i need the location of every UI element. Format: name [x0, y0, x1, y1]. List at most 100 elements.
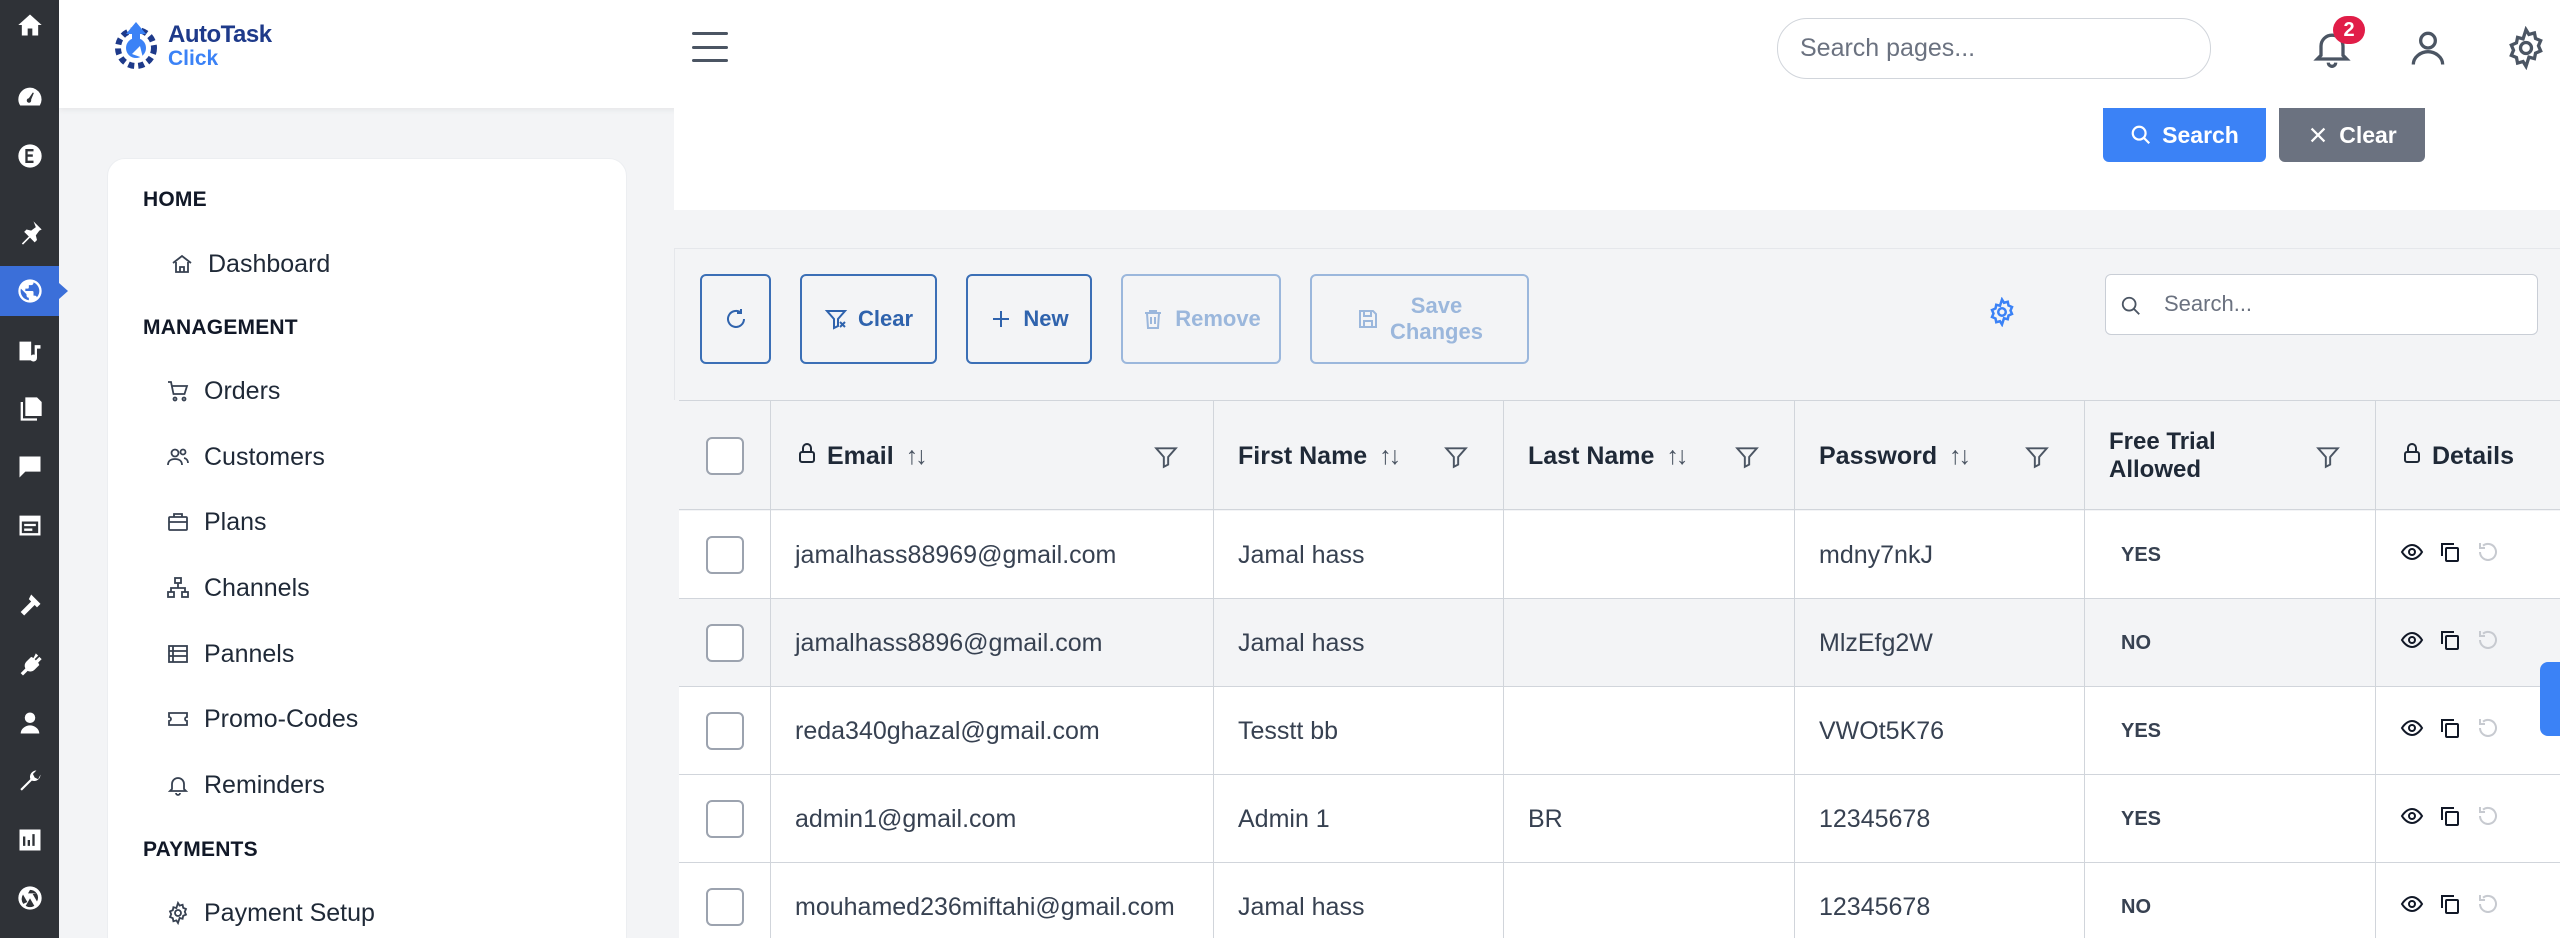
user-rail-icon[interactable] [0, 698, 59, 748]
view-eye-icon[interactable] [2400, 892, 2424, 923]
grid-search-input[interactable] [2164, 283, 2524, 325]
reset-icon[interactable] [2476, 892, 2500, 923]
pin-rail-icon[interactable] [0, 208, 59, 258]
sort-icon[interactable]: ↑↓ [1666, 442, 1688, 471]
remove-button[interactable]: Remove [1121, 274, 1281, 364]
reset-icon[interactable] [2476, 716, 2500, 747]
cell-password[interactable]: 12345678 [1795, 863, 2085, 938]
sidebar-item-plans[interactable]: Plans [166, 504, 267, 540]
row-checkbox[interactable] [705, 536, 744, 574]
sidebar-item-pannels[interactable]: Pannels [166, 636, 294, 672]
cell-password[interactable]: MlzEfg2W [1795, 599, 2085, 687]
table-row[interactable]: jamalhass88969@gmail.com Jamal hass mdny… [679, 511, 2560, 599]
cell-first-name[interactable]: Admin 1 [1214, 775, 1504, 863]
copy-icon[interactable] [2438, 892, 2462, 923]
chat-rail-icon[interactable] [0, 442, 59, 492]
chart-rail-icon[interactable] [0, 815, 59, 865]
user-profile-icon[interactable] [2406, 26, 2450, 70]
header-last-name[interactable]: Last Name ↑↓ [1504, 401, 1795, 511]
cell-last-name[interactable] [1504, 511, 1795, 599]
cell-first-name[interactable]: Jamal hass [1214, 511, 1504, 599]
home-rail-icon[interactable] [0, 0, 59, 50]
calendar-rail-icon[interactable] [0, 500, 59, 550]
app-logo[interactable]: AutoTask Click [110, 18, 272, 74]
clear-grid-button[interactable]: Clear [800, 274, 937, 364]
filter-icon[interactable] [2024, 444, 2050, 470]
filter-icon[interactable] [1443, 444, 1469, 470]
copy-icon[interactable] [2438, 540, 2462, 571]
cell-email[interactable]: jamalhass88969@gmail.com [771, 511, 1214, 599]
hammer-rail-icon[interactable] [0, 580, 59, 630]
copy-icon[interactable] [2438, 628, 2462, 659]
header-email[interactable]: Email ↑↓ [771, 401, 1214, 511]
search-button[interactable]: Search [2103, 108, 2266, 162]
sidebar-item-orders[interactable]: Orders [166, 373, 280, 409]
row-checkbox[interactable] [705, 888, 744, 926]
sidebar-item-promo-codes[interactable]: Promo-Codes [166, 701, 358, 737]
sort-icon[interactable]: ↑↓ [1949, 442, 1971, 471]
music-rail-icon[interactable] [0, 326, 59, 376]
table-row[interactable]: admin1@gmail.com Admin 1 BR 12345678 YES [679, 775, 2560, 863]
sort-icon[interactable]: ↑↓ [1379, 442, 1401, 471]
row-checkbox[interactable] [705, 624, 744, 662]
trash-icon [1145, 310, 1162, 329]
sort-icon[interactable]: ↑↓ [906, 442, 928, 471]
table-row[interactable]: mouhamed236miftahi@gmail.com Jamal hass … [679, 863, 2560, 938]
settings-gear-icon[interactable] [2504, 25, 2548, 71]
cell-first-name[interactable]: Jamal hass [1214, 599, 1504, 687]
header-password[interactable]: Password ↑↓ [1795, 401, 2085, 511]
filter-icon[interactable] [1153, 444, 1179, 470]
globe-rail-icon[interactable] [0, 266, 68, 316]
cell-password[interactable]: VWOt5K76 [1795, 687, 2085, 775]
cell-email[interactable]: admin1@gmail.com [771, 775, 1214, 863]
row-checkbox[interactable] [705, 712, 744, 750]
documents-rail-icon[interactable] [0, 384, 59, 434]
cell-last-name[interactable] [1504, 687, 1795, 775]
cell-password[interactable]: 12345678 [1795, 775, 2085, 863]
copy-icon[interactable] [2438, 716, 2462, 747]
view-eye-icon[interactable] [2400, 628, 2424, 659]
filter-icon[interactable] [1734, 444, 1760, 470]
cell-email[interactable]: mouhamed236miftahi@gmail.com [771, 863, 1214, 938]
side-drawer-tab[interactable] [2540, 662, 2560, 736]
view-eye-icon[interactable] [2400, 804, 2424, 835]
reset-icon[interactable] [2476, 804, 2500, 835]
table-row[interactable]: reda340ghazal@gmail.com Tesstt bb VWOt5K… [679, 687, 2560, 775]
filter-icon[interactable] [2315, 444, 2341, 470]
select-all-checkbox[interactable] [705, 437, 744, 475]
view-eye-icon[interactable] [2400, 540, 2424, 571]
search-pages-input[interactable] [1777, 18, 2211, 79]
cell-email[interactable]: jamalhass8896@gmail.com [771, 599, 1214, 687]
cell-last-name[interactable] [1504, 599, 1795, 687]
sidebar-item-payment-setup[interactable]: Payment Setup [166, 895, 375, 931]
cell-last-name[interactable]: BR [1504, 775, 1795, 863]
cell-password[interactable]: mdny7nkJ [1795, 511, 2085, 599]
row-checkbox[interactable] [705, 800, 744, 838]
plug-rail-icon[interactable] [0, 640, 59, 690]
grid-settings-gear-icon[interactable] [1987, 296, 2017, 328]
view-eye-icon[interactable] [2400, 716, 2424, 747]
table-row[interactable]: jamalhass8896@gmail.com Jamal hass MlzEf… [679, 599, 2560, 687]
sidebar-item-customers[interactable]: Customers [166, 439, 325, 475]
save-changes-button[interactable]: Save Changes [1310, 274, 1529, 364]
refresh-button[interactable] [700, 274, 771, 364]
cell-email[interactable]: reda340ghazal@gmail.com [771, 687, 1214, 775]
clear-filter-button[interactable]: Clear [2279, 108, 2425, 162]
cell-first-name[interactable]: Jamal hass [1214, 863, 1504, 938]
speedometer-rail-icon[interactable] [0, 72, 59, 122]
new-button[interactable]: New [966, 274, 1092, 364]
aperture-rail-icon[interactable] [0, 873, 59, 923]
header-first-name[interactable]: First Name ↑↓ [1214, 401, 1504, 511]
reset-icon[interactable] [2476, 628, 2500, 659]
wrench-rail-icon[interactable] [0, 756, 59, 806]
hamburger-menu-icon[interactable] [692, 32, 728, 62]
sidebar-item-reminders[interactable]: Reminders [166, 767, 325, 803]
cell-last-name[interactable] [1504, 863, 1795, 938]
copy-icon[interactable] [2438, 804, 2462, 835]
cell-first-name[interactable]: Tesstt bb [1214, 687, 1504, 775]
header-free-trial[interactable]: Free Trial Allowed [2085, 401, 2376, 511]
reset-icon[interactable] [2476, 540, 2500, 571]
sidebar-item-dashboard[interactable]: Dashboard [170, 246, 330, 282]
sidebar-item-channels[interactable]: Channels [166, 570, 310, 606]
e-circle-rail-icon[interactable] [0, 131, 59, 181]
